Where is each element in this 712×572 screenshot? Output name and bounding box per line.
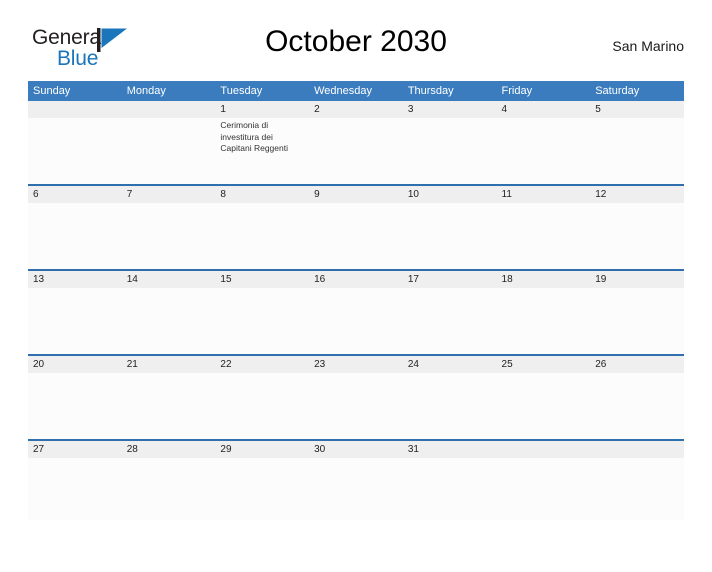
day-event-cell[interactable] [121, 288, 216, 355]
day-number-cell[interactable] [496, 439, 591, 458]
day-number-cell[interactable]: 14 [121, 269, 216, 288]
day-event-cell[interactable] [121, 373, 216, 440]
weekday-header-sunday: Sunday [28, 81, 122, 101]
day-number-cell[interactable]: 7 [121, 184, 216, 203]
week-4-event-row [28, 373, 684, 440]
day-event-cell[interactable] [402, 118, 497, 185]
day-number-cell[interactable]: 4 [496, 101, 591, 118]
calendar-header-row-group: Sunday Monday Tuesday Wednesday Thursday… [28, 81, 684, 101]
weekday-header-saturday: Saturday [590, 81, 684, 101]
day-event-cell[interactable] [28, 458, 122, 520]
day-event-cell[interactable] [402, 458, 497, 520]
weekday-header-wednesday: Wednesday [309, 81, 403, 101]
day-event-cell[interactable] [215, 203, 310, 270]
day-number-cell[interactable]: 3 [402, 101, 497, 118]
day-number-cell[interactable]: 22 [215, 354, 310, 373]
day-event-cell[interactable] [590, 288, 684, 355]
day-number-cell[interactable]: 2 [309, 101, 403, 118]
day-number-cell[interactable]: 23 [309, 354, 403, 373]
day-event-cell[interactable] [309, 203, 403, 270]
day-event-cell[interactable] [28, 203, 122, 270]
day-number-cell[interactable]: 8 [215, 184, 310, 203]
day-number-cell[interactable]: 21 [121, 354, 216, 373]
calendar-page: General Blue October 2030 San Marino Sun… [0, 22, 712, 572]
day-number-cell[interactable]: 30 [309, 439, 403, 458]
week-3-event-row [28, 288, 684, 355]
week-2-daynumber-row: 6 7 8 9 10 11 12 [28, 184, 684, 203]
day-number-cell[interactable]: 19 [590, 269, 684, 288]
day-number-cell[interactable]: 9 [309, 184, 403, 203]
day-event-cell[interactable] [309, 288, 403, 355]
day-number-cell[interactable]: 16 [309, 269, 403, 288]
day-number-cell[interactable]: 12 [590, 184, 684, 203]
day-event-cell[interactable] [309, 373, 403, 440]
day-event-cell[interactable] [309, 458, 403, 520]
day-event-cell[interactable] [496, 373, 591, 440]
day-event-cell[interactable] [121, 118, 216, 185]
day-event-cell[interactable] [215, 288, 310, 355]
day-number-cell[interactable]: 6 [28, 184, 122, 203]
day-event-cell[interactable] [590, 458, 684, 520]
day-event-cell[interactable] [402, 373, 497, 440]
day-event-cell[interactable] [215, 373, 310, 440]
day-number-cell[interactable]: 11 [496, 184, 591, 203]
page-title: October 2030 [265, 25, 447, 58]
day-event-cell[interactable] [590, 203, 684, 270]
day-event-cell[interactable] [402, 203, 497, 270]
day-event-cell[interactable] [496, 203, 591, 270]
day-event-cell[interactable] [590, 373, 684, 440]
day-number-cell[interactable]: 26 [590, 354, 684, 373]
day-number-cell[interactable]: 28 [121, 439, 216, 458]
day-event-cell[interactable] [28, 288, 122, 355]
day-event-cell[interactable] [28, 118, 122, 185]
weekday-header-tuesday: Tuesday [215, 81, 310, 101]
week-1-event-row: Cerimonia di investitura dei Capitani Re… [28, 118, 684, 185]
calendar-locale-label: San Marino [612, 38, 684, 54]
day-event-cell[interactable] [590, 118, 684, 185]
day-number-cell[interactable]: 24 [402, 354, 497, 373]
day-number-cell[interactable] [121, 101, 216, 118]
weekday-header-monday: Monday [121, 81, 216, 101]
week-5-event-row [28, 458, 684, 520]
day-number-cell[interactable]: 10 [402, 184, 497, 203]
day-number-cell[interactable] [28, 101, 122, 118]
day-number-cell[interactable]: 15 [215, 269, 310, 288]
day-event-cell[interactable] [121, 203, 216, 270]
day-number-cell[interactable]: 31 [402, 439, 497, 458]
day-event-cell[interactable] [28, 373, 122, 440]
day-event-cell[interactable]: Cerimonia di investitura dei Capitani Re… [215, 118, 310, 185]
week-3-daynumber-row: 13 14 15 16 17 18 19 [28, 269, 684, 288]
day-number-cell[interactable]: 18 [496, 269, 591, 288]
day-number-cell[interactable]: 1 [215, 101, 310, 118]
day-number-cell[interactable]: 5 [590, 101, 684, 118]
page-header: General Blue October 2030 San Marino [28, 22, 684, 74]
day-number-cell[interactable]: 29 [215, 439, 310, 458]
day-event-cell[interactable] [121, 458, 216, 520]
week-2-event-row [28, 203, 684, 270]
day-event-cell[interactable] [215, 458, 310, 520]
day-event-cell[interactable] [309, 118, 403, 185]
weekday-header-friday: Friday [496, 81, 591, 101]
weekday-header-row: Sunday Monday Tuesday Wednesday Thursday… [28, 81, 684, 101]
day-number-cell[interactable]: 25 [496, 354, 591, 373]
weekday-header-thursday: Thursday [402, 81, 497, 101]
day-event-cell[interactable] [402, 288, 497, 355]
week-4-daynumber-row: 20 21 22 23 24 25 26 [28, 354, 684, 373]
day-number-cell[interactable]: 20 [28, 354, 122, 373]
week-5-daynumber-row: 27 28 29 30 31 [28, 439, 684, 458]
calendar-body: 1 2 3 4 5 Cerimonia di investitura dei C… [28, 101, 684, 520]
day-number-cell[interactable]: 17 [402, 269, 497, 288]
week-1-daynumber-row: 1 2 3 4 5 [28, 101, 684, 118]
day-number-cell[interactable] [590, 439, 684, 458]
event-label: Cerimonia di investitura dei Capitani Re… [220, 120, 288, 153]
month-calendar-table: Sunday Monday Tuesday Wednesday Thursday… [28, 81, 684, 520]
day-event-cell[interactable] [496, 458, 591, 520]
day-number-cell[interactable]: 13 [28, 269, 122, 288]
day-event-cell[interactable] [496, 288, 591, 355]
day-event-cell[interactable] [496, 118, 591, 185]
day-number-cell[interactable]: 27 [28, 439, 122, 458]
